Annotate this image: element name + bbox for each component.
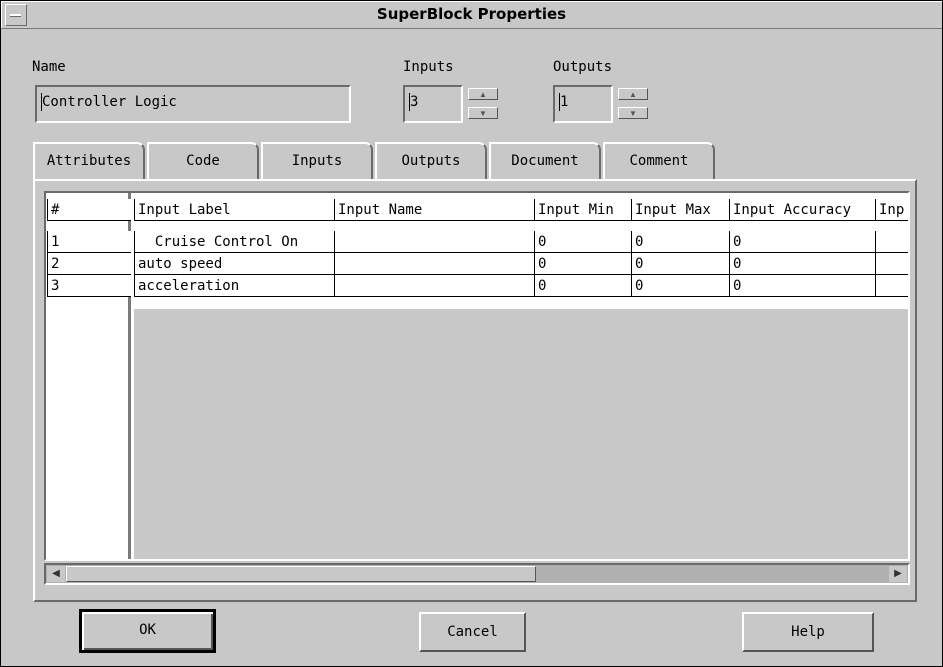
scrollbar-thumb[interactable] [66, 566, 536, 582]
table-cell-input-accuracy[interactable]: 0 [729, 231, 875, 253]
up-arrow-icon: ▲ [479, 90, 487, 99]
column-header-input-more[interactable]: Inp [875, 199, 908, 221]
table-cell-input-max[interactable]: 0 [631, 275, 729, 297]
inputs-count-field[interactable]: 3 [403, 85, 463, 123]
outputs-decrement-button[interactable]: ▼ [618, 107, 648, 119]
tab-attributes[interactable]: Attributes [33, 142, 145, 180]
scroll-right-arrow-icon[interactable]: ▶ [889, 566, 907, 582]
tab-comment[interactable]: Comment [603, 142, 715, 180]
column-header-input-max[interactable]: Input Max [631, 199, 729, 221]
table-cell-input-max[interactable]: 0 [631, 253, 729, 275]
inputs-label: Inputs [403, 59, 454, 75]
table-cell-input-label[interactable]: auto speed [134, 253, 334, 275]
table-cell-input-label[interactable]: Cruise Control On [134, 231, 334, 253]
column-header-input-name[interactable]: Input Name [334, 199, 534, 221]
table-cell-input-accuracy[interactable]: 0 [729, 275, 875, 297]
table-cell-input-min[interactable]: 0 [534, 231, 631, 253]
down-arrow-icon: ▼ [479, 109, 487, 118]
tab-document[interactable]: Document [489, 142, 601, 180]
down-arrow-icon: ▼ [629, 109, 637, 118]
table-cell-input-more[interactable] [875, 253, 908, 275]
tab-outputs[interactable]: Outputs [375, 142, 487, 180]
name-label: Name [32, 59, 66, 75]
outputs-count-field[interactable]: 1 [553, 85, 613, 123]
outputs-increment-button[interactable]: ▲ [618, 88, 648, 100]
up-arrow-icon: ▲ [629, 90, 637, 99]
name-field[interactable]: Controller Logic [35, 85, 351, 123]
tab-inputs[interactable]: Inputs [261, 142, 373, 180]
outputs-count-value: 1 [560, 94, 569, 110]
table-cell-input-min[interactable]: 0 [534, 253, 631, 275]
table-cell-input-min[interactable]: 0 [534, 275, 631, 297]
horizontal-scrollbar[interactable]: ◀ ▶ [44, 563, 910, 585]
table-cell-input-name[interactable] [334, 231, 534, 253]
window-title: SuperBlock Properties [376, 5, 567, 23]
scroll-left-arrow-icon[interactable]: ◀ [47, 566, 65, 582]
inputs-decrement-button[interactable]: ▼ [468, 107, 498, 119]
table-cell-input-label[interactable]: acceleration [134, 275, 334, 297]
title-bar: SuperBlock Properties [1, 1, 942, 29]
table-cell-input-accuracy[interactable]: 0 [729, 253, 875, 275]
table-row-number: 3 [47, 275, 131, 297]
tab-code[interactable]: Code [147, 142, 259, 180]
column-header-number: # [47, 199, 131, 221]
table-row-number: 1 [47, 231, 131, 253]
table-cell-input-name[interactable] [334, 275, 534, 297]
table-cell-input-name[interactable] [334, 253, 534, 275]
outputs-label: Outputs [553, 59, 613, 75]
help-button[interactable]: Help [742, 612, 874, 652]
inputs-count-value: 3 [410, 94, 419, 110]
superblock-properties-dialog: SuperBlock Properties Name Controller Lo… [0, 0, 943, 667]
table-empty-area [134, 309, 908, 559]
cancel-button[interactable]: Cancel [419, 612, 526, 652]
table-cell-input-more[interactable] [875, 231, 908, 253]
name-value: Controller Logic [42, 94, 177, 110]
column-header-input-accuracy[interactable]: Input Accuracy [729, 199, 875, 221]
ok-button[interactable]: OK [79, 609, 216, 653]
inputs-increment-button[interactable]: ▲ [468, 88, 498, 100]
column-header-input-min[interactable]: Input Min [534, 199, 631, 221]
table-cell-input-more[interactable] [875, 275, 908, 297]
column-header-input-label[interactable]: Input Label [134, 199, 334, 221]
table-row-number: 2 [47, 253, 131, 275]
inputs-table: # Input Label Input Name Input Min Input… [44, 191, 910, 561]
table-cell-input-max[interactable]: 0 [631, 231, 729, 253]
